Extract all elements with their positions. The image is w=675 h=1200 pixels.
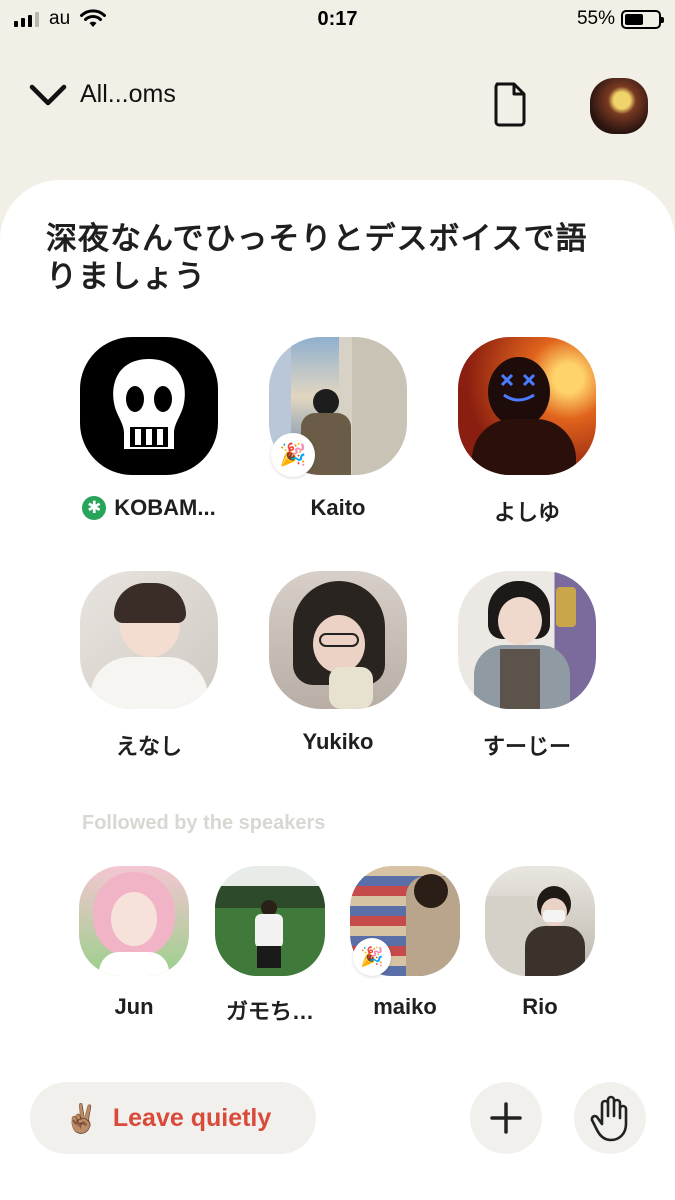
speaker-suji[interactable]: すーじー	[442, 571, 612, 761]
glasses-shape	[319, 633, 359, 647]
body-silhouette	[472, 419, 576, 475]
battery-icon	[621, 9, 664, 29]
neon-mask-icon	[500, 373, 536, 402]
leave-quietly-label: Leave quietly	[112, 1103, 272, 1132]
shorts-shape	[257, 946, 281, 968]
speaker-name: ✱ KOBAM...	[64, 495, 234, 521]
face-shape	[111, 892, 157, 946]
collar-shape	[99, 952, 169, 976]
all-rooms-button[interactable]: All...oms	[28, 80, 176, 109]
avatar	[269, 571, 407, 709]
listener-name: Rio	[522, 994, 558, 1019]
raise-hand-button[interactable]	[574, 1082, 646, 1154]
avatar	[80, 337, 218, 475]
status-left: au	[14, 8, 107, 30]
speaker-name-text: Yukiko	[302, 729, 374, 754]
hair-shape	[114, 583, 186, 623]
listener-rio[interactable]: Rio	[474, 866, 606, 1020]
document-icon	[494, 82, 526, 127]
all-rooms-label: All...oms	[80, 80, 176, 108]
speaker-name-text: KOBAM...	[114, 495, 216, 520]
battery-percent: 55%	[576, 8, 615, 29]
speaker-kobam[interactable]: ✱ KOBAM...	[64, 337, 234, 521]
coat-shape	[525, 926, 585, 976]
speaker-name-text: えなし	[115, 734, 182, 759]
room-title: 深夜なんでひっそりとデスボイスで語りましょう	[46, 221, 588, 294]
avatar	[458, 571, 596, 709]
speaker-yukiko[interactable]: Yukiko	[253, 571, 423, 755]
party-popper-icon: 🎉	[353, 938, 391, 976]
avatar	[458, 337, 596, 475]
party-popper-icon: 🎉	[271, 433, 315, 477]
cell-signal-icon	[14, 11, 39, 27]
head-shape	[313, 389, 339, 415]
status-right: 55%	[576, 8, 664, 30]
top-nav: All...oms	[0, 70, 675, 140]
jersey-shape	[255, 914, 283, 948]
lace-top-shape	[500, 649, 540, 709]
leave-quietly-button[interactable]: ✌🏽 Leave quietly	[30, 1082, 316, 1154]
wifi-icon	[80, 9, 107, 27]
listener-jun[interactable]: Jun	[68, 866, 200, 1020]
hair-shape	[414, 874, 448, 908]
phone-shape	[556, 587, 576, 627]
battery-fill	[625, 13, 643, 25]
avatar	[485, 866, 595, 976]
speaker-name: すーじー	[442, 729, 612, 761]
peace-sign-icon: ✌🏽	[64, 1102, 99, 1134]
profile-avatar[interactable]	[590, 78, 648, 134]
mask-shape	[543, 910, 565, 922]
listener-maiko[interactable]: 🎉 maiko	[339, 866, 471, 1020]
speaker-yoshiyu[interactable]: よしゆ	[442, 337, 612, 527]
chevron-down-icon	[29, 84, 67, 105]
speaker-enashi[interactable]: えなし	[64, 571, 234, 761]
avatar	[215, 866, 325, 976]
document-button[interactable]	[490, 80, 530, 128]
skull-avatar-image	[113, 359, 185, 449]
listener-name: Jun	[114, 994, 154, 1019]
speaker-name-text: すーじー	[482, 734, 571, 759]
speaker-name: えなし	[64, 729, 234, 761]
speaker-name: Yukiko	[253, 729, 423, 755]
speaker-name-text: よしゆ	[493, 500, 560, 525]
add-button[interactable]	[470, 1082, 542, 1154]
speaker-name: よしゆ	[442, 495, 612, 527]
moderator-star-icon: ✱	[82, 496, 107, 520]
status-bar: au 0:17 55%	[0, 0, 675, 38]
listener-name: maiko	[373, 994, 437, 1019]
shoulders-shape	[90, 657, 208, 709]
avatar	[80, 571, 218, 709]
raise-hand-icon	[590, 1095, 628, 1142]
speaker-name-text: Kaito	[310, 495, 366, 520]
plus-icon	[490, 1102, 522, 1134]
face-shape	[498, 597, 542, 645]
room-card: 深夜なんでひっそりとデスボイスで語りましょう ✱ KOBAM... 🎉 Kait…	[0, 180, 675, 1200]
listener-gamochi[interactable]: ガモち…	[204, 866, 336, 1026]
speaker-name: Kaito	[253, 495, 423, 521]
followed-section-label: Followed by the speakers	[82, 812, 326, 834]
speaker-kaito[interactable]: 🎉 Kaito	[253, 337, 423, 521]
listener-name: ガモち…	[225, 999, 314, 1024]
bouquet-shape	[329, 667, 373, 709]
carrier-label: au	[49, 8, 71, 29]
avatar	[79, 866, 189, 976]
